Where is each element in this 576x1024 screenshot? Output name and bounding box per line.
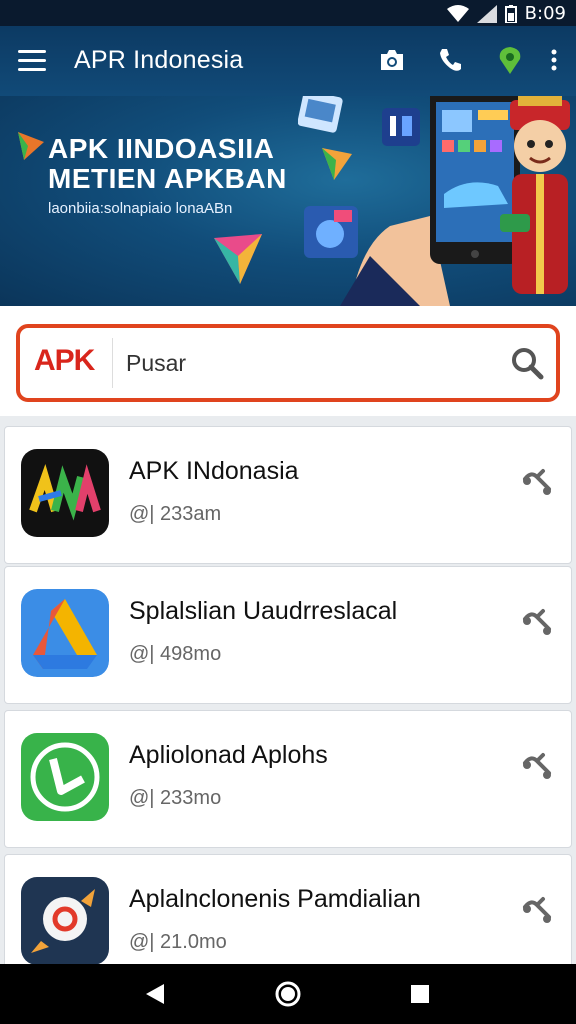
app-meta: @| 233am — [129, 503, 222, 525]
apk-logo: APK — [34, 344, 95, 377]
search-bar[interactable]: APK Pusar — [16, 324, 560, 402]
banner-headline: APK IINDOASIIA METIEN APKBAN — [48, 133, 287, 194]
wifi-icon — [446, 4, 469, 22]
status-time: B:09 — [524, 3, 566, 24]
back-icon[interactable] — [142, 980, 170, 1008]
list-item[interactable]: APK INdonasia @| 233am — [4, 426, 572, 564]
app-thumbnail-image — [382, 108, 420, 146]
app-bar: APR Indonesia — [0, 26, 576, 96]
rocket-icon — [21, 877, 109, 965]
search-icon[interactable] — [510, 346, 544, 380]
location-icon[interactable] — [494, 44, 526, 76]
share-icon[interactable] — [519, 605, 553, 639]
app-meta: @| 498mo — [129, 643, 222, 665]
camera-icon[interactable] — [376, 44, 408, 76]
search-divider — [112, 338, 113, 388]
app-thumbnail-image — [298, 96, 343, 133]
list-item[interactable]: Splalslian Uaudrreslacal @| 498mo — [4, 566, 572, 704]
green-app-icon — [21, 733, 109, 821]
list-item[interactable]: Apliolonad Aplohs @| 233mo — [4, 710, 572, 848]
app-name: Apliolonad Aplohs — [129, 741, 328, 769]
recents-icon[interactable] — [406, 980, 434, 1008]
share-icon[interactable] — [519, 893, 553, 927]
status-bar: B:09 — [0, 0, 576, 26]
promo-banner[interactable]: APK IINDOASIIA METIEN APKBAN laonbiia:so… — [0, 96, 576, 306]
system-nav-bar — [0, 964, 576, 1024]
mascot-illustration — [500, 96, 570, 294]
search-input[interactable]: Pusar — [126, 350, 186, 377]
app-meta: @| 21.0mo — [129, 931, 227, 953]
phone-icon[interactable] — [434, 44, 466, 76]
play-triangle-icon — [18, 132, 44, 160]
share-icon[interactable] — [519, 749, 553, 783]
app-name: Splalslian Uaudrreslacal — [129, 597, 398, 625]
search-section: APK Pusar — [0, 306, 576, 416]
app-meta: @| 233mo — [129, 787, 222, 809]
app-name: Aplalnclonenis Pamdialian — [129, 885, 421, 913]
drive-icon — [21, 589, 109, 677]
play-triangle-icon — [214, 234, 262, 284]
more-vert-icon[interactable] — [538, 44, 570, 76]
signal-icon — [476, 4, 497, 23]
battery-icon — [504, 4, 517, 23]
app-name: APK INdonasia — [129, 457, 299, 485]
app-title: APR Indonesia — [74, 46, 244, 74]
apk-indonesia-icon — [21, 449, 109, 537]
share-icon[interactable] — [519, 465, 553, 499]
banner-tagline: laonbiia:solnapiaio lonaABn — [48, 200, 233, 217]
home-icon[interactable] — [274, 980, 302, 1008]
menu-icon[interactable] — [18, 50, 46, 72]
